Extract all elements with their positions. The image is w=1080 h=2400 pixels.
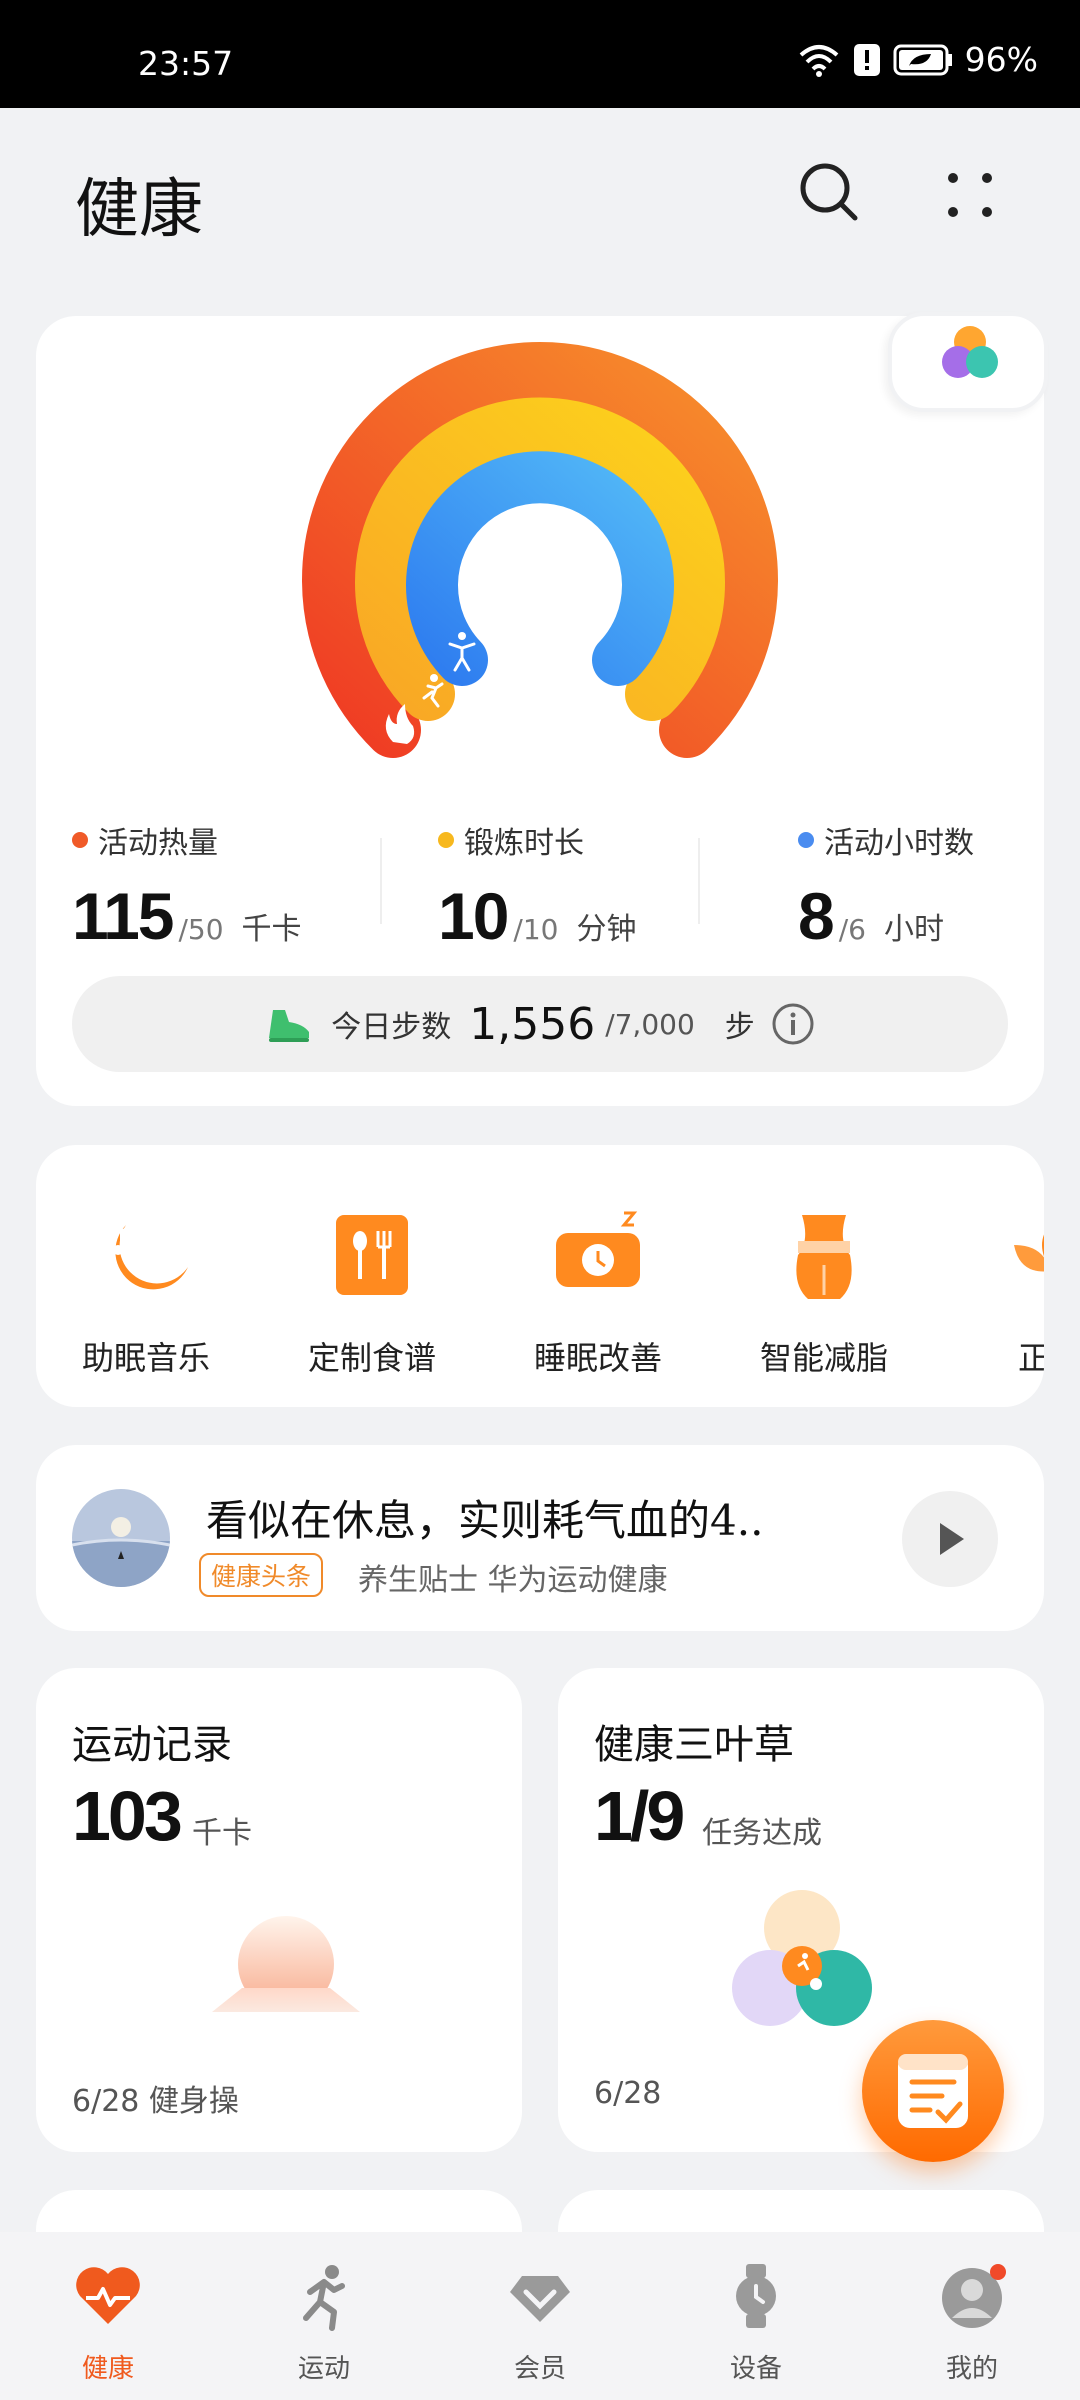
app-header: 健康 — [0, 108, 1080, 308]
health-news-card[interactable]: 看似在休息，实则耗气血的4.. 健康头条 养生贴士 华为运动健康 — [36, 1445, 1044, 1631]
rings-color-icon — [942, 326, 998, 378]
diamond-icon — [510, 2276, 570, 2322]
heart-pulse-icon — [76, 2267, 140, 2324]
checklist-icon — [898, 2054, 968, 2128]
notification-dot — [990, 2264, 1006, 2280]
hours-ring — [406, 451, 674, 686]
bottom-navigation: 健康 运动 会员 设备 我的 — [0, 2232, 1080, 2400]
service-recipe[interactable]: 定制食谱 — [282, 1205, 462, 1379]
tab-membership[interactable]: 会员 — [470, 2260, 610, 2385]
alert-icon — [853, 43, 880, 76]
today-steps-bar[interactable]: 今日步数 1,556/7,000 步 — [72, 976, 1008, 1072]
mindfulness-icon — [1014, 1234, 1044, 1272]
battery-saver-icon — [893, 44, 952, 75]
info-icon[interactable] — [771, 1002, 815, 1046]
battery-level: 96% — [964, 40, 1038, 79]
exercise-record-card[interactable]: 运动记录 103 千卡 6/28 健身操 — [36, 1668, 522, 2152]
record-value: 103 — [72, 1777, 183, 1855]
metric-active-hours: 活动小时数 8/6 小时 — [798, 826, 974, 953]
rings-shortcut[interactable] — [888, 312, 1048, 412]
news-thumbnail — [72, 1489, 170, 1587]
search-icon[interactable] — [795, 158, 865, 228]
news-title: 看似在休息，实则耗气血的4.. — [206, 1496, 764, 1545]
service-sleep-music[interactable]: 助眠音乐 — [56, 1205, 236, 1379]
record-footer: 6/28 健身操 — [72, 2084, 239, 2119]
recipe-icon — [336, 1215, 408, 1295]
tab-profile[interactable]: 我的 — [902, 2260, 1042, 2385]
play-button[interactable] — [902, 1491, 998, 1587]
activity-rings-chart — [302, 342, 778, 758]
clover-title: 健康三叶草 — [594, 1722, 794, 1768]
hours-dot — [798, 832, 814, 848]
clover-value: 1/9 — [594, 1777, 685, 1855]
news-tag: 健康头条 — [199, 1553, 324, 1597]
sleep-improve-icon — [556, 1211, 640, 1287]
exercise-dot — [438, 832, 454, 848]
fat-loss-icon — [796, 1215, 852, 1299]
more-grid-icon[interactable] — [935, 160, 1005, 230]
status-time: 23:57 — [138, 44, 234, 83]
sunrise-illustration — [212, 1916, 360, 2012]
sleep-music-icon — [113, 1225, 188, 1290]
tab-exercise[interactable]: 运动 — [254, 2260, 394, 2385]
wifi-icon — [799, 44, 838, 77]
divider — [380, 838, 382, 924]
tab-devices[interactable]: 设备 — [686, 2260, 826, 2385]
metric-calories: 活动热量 115/50 千卡 — [72, 826, 302, 953]
watch-icon — [736, 2264, 776, 2328]
services-carousel: 助眠音乐 定制食谱 睡眠改善 智能减脂 正 — [36, 1145, 1044, 1407]
calories-dot — [72, 832, 88, 848]
play-icon — [940, 1523, 964, 1555]
service-mindfulness[interactable]: 正念 — [960, 1205, 1044, 1379]
status-bar: 23:57 96% — [0, 0, 1080, 108]
clover-unit: 任务达成 — [702, 1816, 822, 1851]
tab-health[interactable]: 健康 — [38, 2260, 178, 2385]
record-fab-button[interactable] — [862, 2020, 1004, 2162]
service-sleep-improve[interactable]: 睡眠改善 — [508, 1205, 688, 1379]
shoe-icon — [269, 1010, 310, 1042]
record-unit: 千卡 — [192, 1816, 252, 1851]
divider — [698, 838, 700, 924]
service-fat-loss[interactable]: 智能减脂 — [734, 1205, 914, 1379]
page-title: 健康 — [75, 173, 203, 247]
running-icon — [303, 2265, 345, 2331]
news-source: 养生贴士 华为运动健康 — [358, 1563, 668, 1598]
clover-footer: 6/28 — [594, 2076, 662, 2111]
profile-icon — [942, 2264, 1006, 2328]
record-title: 运动记录 — [72, 1722, 232, 1768]
metric-exercise: 锻炼时长 10/10 分钟 — [438, 826, 637, 953]
